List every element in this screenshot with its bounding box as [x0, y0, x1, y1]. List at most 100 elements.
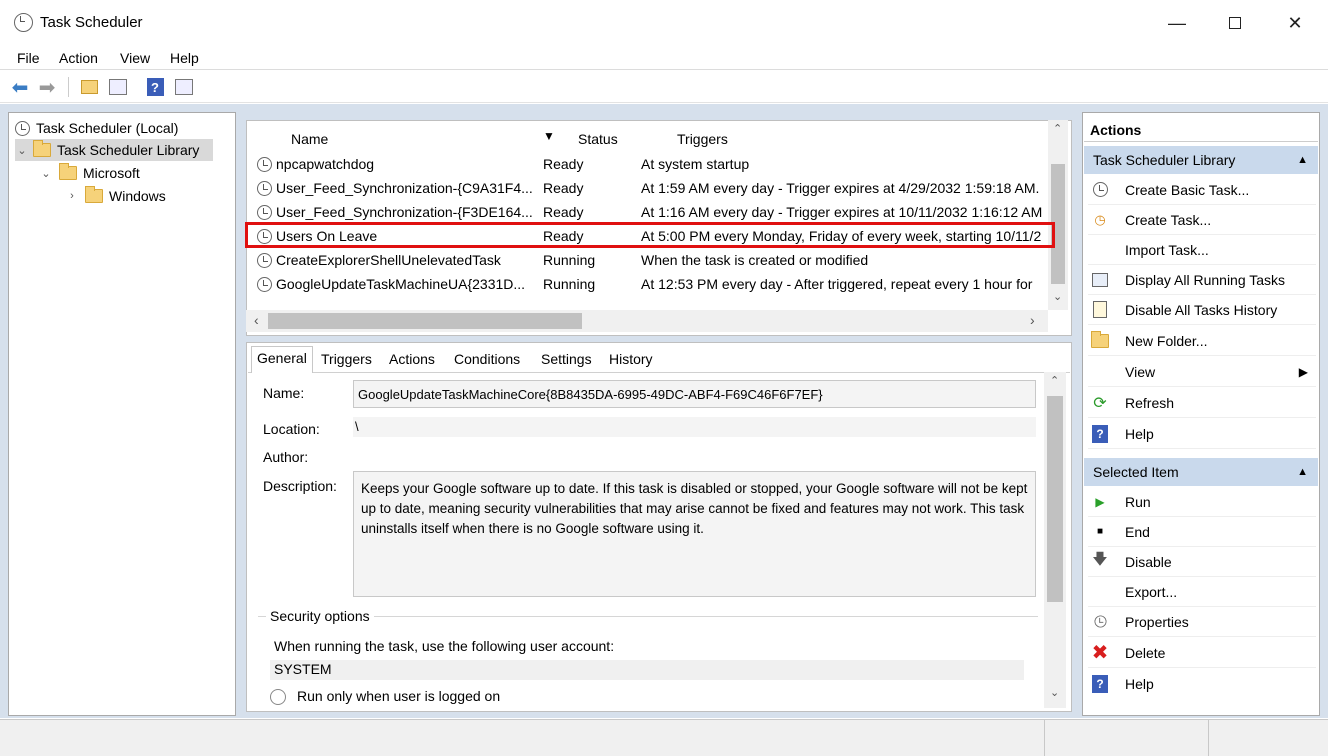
action-view[interactable]: View ▶ — [1088, 357, 1316, 387]
minimize-button[interactable]: — — [1148, 0, 1206, 46]
action-display-running-tasks[interactable]: Display All Running Tasks — [1088, 265, 1316, 295]
chevron-right-icon: › — [70, 190, 74, 202]
tab-history[interactable]: History — [604, 348, 658, 372]
task-list-horizontal-scrollbar[interactable]: ‹ › — [246, 310, 1048, 332]
run-icon: ▶ — [1095, 494, 1105, 509]
action-disable-tasks-history[interactable]: Disable All Tasks History — [1088, 295, 1316, 325]
menu-file[interactable]: File — [17, 50, 40, 66]
tab-general[interactable]: General — [251, 346, 313, 373]
tab-triggers[interactable]: Triggers — [316, 348, 377, 372]
column-header-status[interactable]: Status — [578, 131, 618, 147]
close-button[interactable]: ✕ — [1266, 0, 1324, 46]
task-status: Ready — [543, 156, 584, 172]
maximize-button[interactable] — [1206, 0, 1264, 46]
account-prompt: When running the task, use the following… — [274, 638, 615, 654]
help-icon: ? — [1091, 424, 1109, 443]
task-row[interactable]: CreateExplorerShellUnelevatedTask Runnin… — [255, 249, 1047, 273]
user-account-field[interactable]: SYSTEM — [270, 660, 1024, 680]
task-clock-icon — [257, 253, 272, 268]
section-title: Selected Item — [1093, 464, 1179, 480]
task-row[interactable]: GoogleUpdateTaskMachineUA{2331D... Runni… — [255, 273, 1047, 297]
scroll-left-icon: ‹ — [254, 312, 259, 328]
action-disable[interactable]: 🡇 Disable — [1088, 547, 1316, 577]
task-name: npcapwatchdog — [276, 156, 375, 172]
task-row[interactable]: User_Feed_Synchronization-{C9A31F4... Re… — [255, 177, 1047, 201]
location-field[interactable]: \ — [353, 417, 1036, 437]
menu-view[interactable]: View — [120, 50, 150, 66]
tab-conditions[interactable]: Conditions — [449, 348, 525, 372]
column-header-name[interactable]: Name — [291, 131, 328, 147]
menu-help[interactable]: Help — [170, 50, 199, 66]
collapse-up-icon: ▲ — [1297, 466, 1308, 478]
tab-settings[interactable]: Settings — [536, 348, 597, 372]
forward-button[interactable]: ➡ — [36, 76, 58, 99]
action-help-selected[interactable]: ? Help — [1088, 669, 1316, 699]
action-create-basic-task[interactable]: Create Basic Task... — [1088, 175, 1316, 205]
scroll-up-icon: ⌃ — [1053, 123, 1063, 135]
action-label: Export... — [1125, 583, 1178, 600]
action-help[interactable]: ? Help — [1088, 419, 1316, 449]
scrollbar-thumb[interactable] — [1047, 396, 1063, 602]
action-pane-icon — [175, 79, 193, 95]
section-selected-item[interactable]: Selected Item ▲ — [1084, 458, 1318, 486]
tree-item-library[interactable]: ⌄ Task Scheduler Library — [15, 139, 213, 161]
description-field[interactable]: Keeps your Google software up to date. I… — [353, 471, 1036, 597]
toolbar-separator — [68, 77, 69, 97]
console-tree-icon — [109, 79, 127, 95]
action-end[interactable]: ■ End — [1088, 517, 1316, 547]
action-import-task[interactable]: Import Task... — [1088, 235, 1316, 265]
create-basic-task-icon — [1091, 181, 1109, 199]
action-refresh[interactable]: ⟳ Refresh — [1088, 388, 1316, 418]
back-button[interactable]: ⬅ — [9, 76, 31, 99]
section-title: Task Scheduler Library — [1093, 152, 1236, 168]
action-label: Create Task... — [1125, 211, 1212, 228]
tree-item-microsoft[interactable]: ⌄ Microsoft — [39, 162, 140, 184]
scrollbar-thumb[interactable] — [268, 313, 582, 329]
chevron-down-icon: ⌄ — [17, 144, 27, 157]
task-trigger: At system startup — [641, 156, 750, 172]
tree-item-windows[interactable]: › Windows — [65, 185, 166, 207]
action-label: Run — [1125, 493, 1151, 510]
menu-action[interactable]: Action — [59, 50, 98, 66]
history-icon — [1091, 301, 1109, 319]
show-hide-console-tree-button[interactable] — [107, 76, 129, 98]
action-new-folder[interactable]: New Folder... — [1088, 326, 1316, 356]
task-status: Ready — [543, 180, 584, 196]
run-logged-on-radio[interactable] — [270, 689, 286, 705]
action-properties[interactable]: Properties — [1088, 607, 1316, 637]
task-trigger: At 1:16 AM every day - Trigger expires a… — [641, 204, 1043, 220]
export-icon — [1091, 583, 1109, 601]
author-field[interactable] — [353, 446, 1036, 466]
task-clock-icon — [257, 157, 272, 172]
action-create-task[interactable]: ◷ Create Task... — [1088, 205, 1316, 235]
folder-icon — [85, 186, 103, 203]
clock-icon — [15, 120, 30, 136]
task-status: Ready — [543, 204, 584, 220]
disable-arrow-icon: 🡇 — [1092, 551, 1108, 568]
tab-actions[interactable]: Actions — [384, 348, 440, 372]
task-row[interactable]: npcapwatchdog Ready At system startup — [255, 153, 1047, 177]
tree-item-root[interactable]: Task Scheduler (Local) — [15, 117, 178, 139]
task-status: Running — [543, 252, 596, 268]
maximize-icon — [1229, 17, 1241, 29]
section-task-scheduler-library[interactable]: Task Scheduler Library ▲ — [1084, 146, 1318, 174]
action-export[interactable]: Export... — [1088, 577, 1316, 607]
action-run[interactable]: ▶ Run — [1088, 487, 1316, 517]
up-folder-button[interactable] — [78, 76, 100, 98]
action-label: Properties — [1125, 613, 1189, 630]
back-arrow-icon: ⬅ — [11, 76, 29, 99]
help-button[interactable]: ? — [144, 76, 166, 98]
task-trigger: At 1:59 AM every day - Trigger expires a… — [641, 180, 1040, 196]
name-label: Name: — [263, 385, 305, 401]
import-task-icon — [1091, 241, 1109, 259]
detail-vertical-scrollbar[interactable]: ⌃ ⌄ — [1044, 372, 1066, 708]
show-hide-action-pane-button[interactable] — [173, 76, 195, 98]
sort-descending-icon: ▼ — [543, 129, 555, 143]
scroll-down-icon: ⌄ — [1053, 291, 1063, 303]
refresh-icon: ⟳ — [1093, 394, 1107, 412]
action-delete[interactable]: ✖ Delete — [1088, 638, 1316, 668]
actions-header: Actions — [1090, 122, 1142, 138]
task-list-vertical-scrollbar[interactable]: ⌃ ⌄ — [1048, 120, 1068, 310]
name-field[interactable]: GoogleUpdateTaskMachineCore{8B8435DA-699… — [353, 380, 1036, 408]
column-header-triggers[interactable]: Triggers — [677, 131, 728, 147]
